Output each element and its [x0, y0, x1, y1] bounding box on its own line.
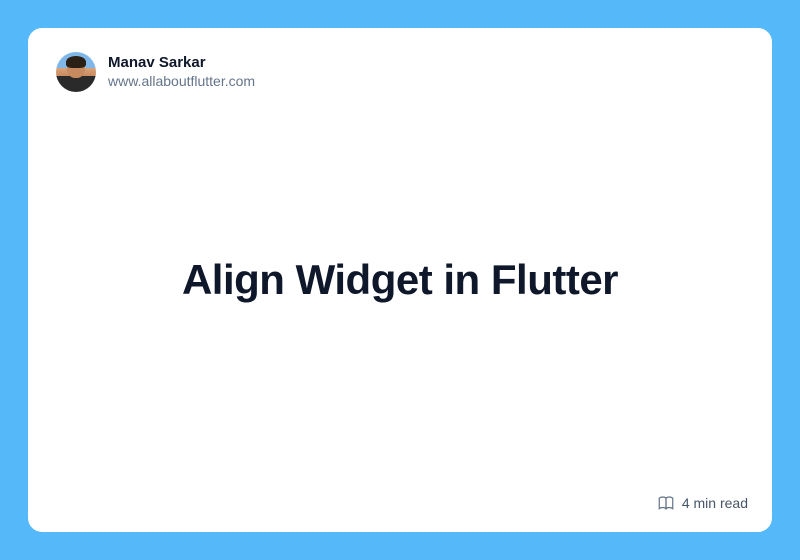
author-site[interactable]: www.allaboutflutter.com: [108, 73, 255, 91]
read-time-label: 4 min read: [682, 495, 748, 511]
article-title: Align Widget in Flutter: [182, 256, 618, 304]
title-wrap: Align Widget in Flutter: [28, 28, 772, 532]
author-avatar: [56, 52, 96, 92]
read-time: 4 min read: [657, 494, 748, 512]
author-text-block: Manav Sarkar www.allaboutflutter.com: [108, 54, 255, 90]
article-card: Manav Sarkar www.allaboutflutter.com Ali…: [28, 28, 772, 532]
book-icon: [657, 494, 675, 512]
author-row: Manav Sarkar www.allaboutflutter.com: [56, 52, 744, 92]
author-name: Manav Sarkar: [108, 54, 255, 73]
